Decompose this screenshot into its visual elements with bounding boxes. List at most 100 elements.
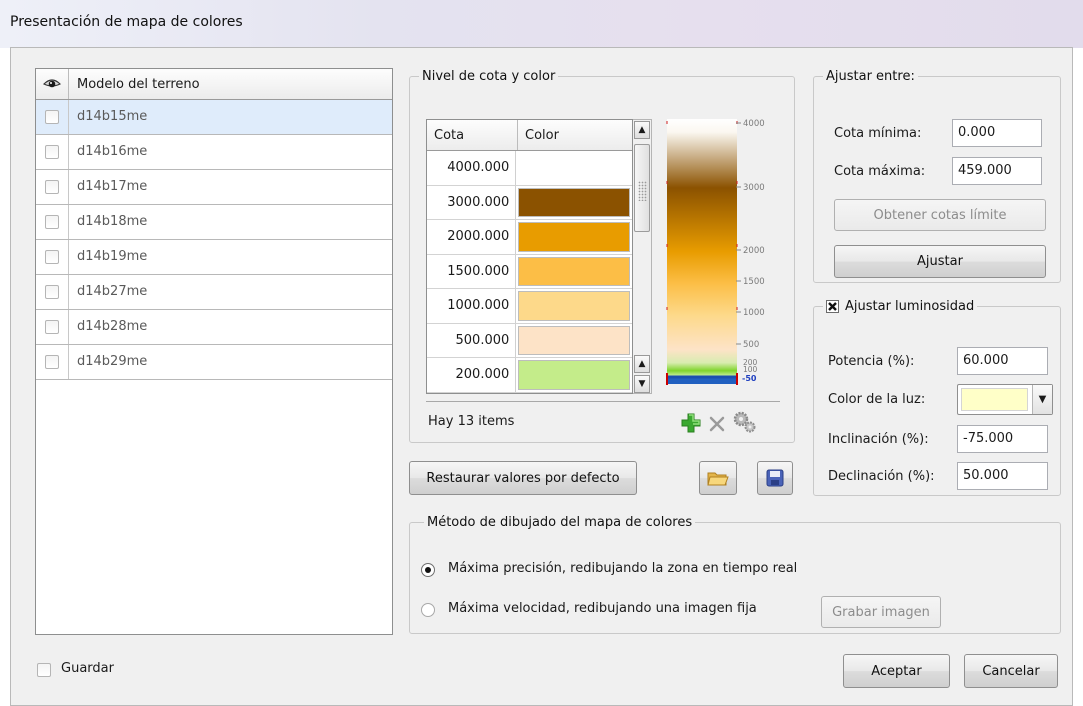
open-folder-button[interactable] bbox=[699, 461, 737, 495]
terrain-visibility-checkbox[interactable] bbox=[45, 320, 59, 334]
light-color-swatch bbox=[961, 388, 1028, 411]
level-color-legend: Nivel de cota y color bbox=[422, 69, 556, 84]
window-title: Presentación de mapa de colores bbox=[10, 14, 243, 30]
declination-label: Declinación (%): bbox=[828, 469, 935, 484]
level-value[interactable]: 200.000 bbox=[427, 358, 517, 392]
save-checkbox[interactable] bbox=[37, 663, 51, 677]
inclination-input[interactable]: -75.000 bbox=[957, 425, 1048, 453]
terrain-visibility-cell bbox=[36, 205, 69, 239]
terrain-visibility-checkbox[interactable] bbox=[45, 250, 59, 264]
level-table: Cota Color 4000.000 3000.000 2000.000 1500.… bbox=[426, 119, 633, 394]
terrain-row[interactable]: d14b29me bbox=[36, 345, 392, 380]
terrain-row[interactable]: d14b28me bbox=[36, 310, 392, 345]
luminosity-checkbox[interactable] bbox=[826, 300, 839, 313]
level-color-swatch[interactable] bbox=[518, 222, 630, 252]
level-row[interactable]: 4000.000 bbox=[427, 151, 632, 186]
chevron-down-icon: ▼ bbox=[1038, 394, 1047, 405]
level-table-scrollbar[interactable]: ▲ ▲ ▼ bbox=[633, 119, 652, 394]
save-label[interactable]: Guardar bbox=[61, 661, 114, 676]
gears-icon[interactable] bbox=[732, 410, 758, 434]
level-value[interactable]: 2000.000 bbox=[427, 220, 517, 254]
level-color-swatch[interactable] bbox=[518, 187, 630, 217]
terrain-name: d14b16me bbox=[77, 144, 148, 159]
terrain-visibility-checkbox[interactable] bbox=[45, 285, 59, 299]
color-column-header[interactable]: Color bbox=[518, 120, 559, 150]
level-color-group: Nivel de cota y color Cota Color 4000.00… bbox=[409, 69, 795, 443]
terrain-name: d14b17me bbox=[77, 179, 148, 194]
level-value[interactable]: 3000.000 bbox=[427, 185, 517, 219]
scroll-up-arrow-lower[interactable]: ▲ bbox=[634, 355, 650, 373]
items-count: Hay 13 items bbox=[428, 414, 515, 429]
precision-radio[interactable] bbox=[421, 563, 435, 577]
level-row[interactable]: 200.000 bbox=[427, 358, 632, 393]
restore-defaults-button[interactable]: Restaurar valores por defecto bbox=[409, 461, 637, 495]
terrain-visibility-cell bbox=[36, 170, 69, 204]
terrain-visibility-checkbox[interactable] bbox=[45, 355, 59, 369]
save-image-button[interactable]: Grabar imagen bbox=[821, 596, 941, 628]
scale-label: 1500 bbox=[743, 277, 765, 287]
save-button[interactable] bbox=[757, 461, 793, 495]
max-elevation-input[interactable]: 459.000 bbox=[952, 157, 1042, 185]
light-color-picker[interactable]: ▼ bbox=[957, 384, 1053, 415]
level-value[interactable]: 1500.000 bbox=[427, 254, 517, 288]
level-row[interactable]: 3000.000 bbox=[427, 185, 632, 220]
light-color-dropdown[interactable]: ▼ bbox=[1032, 385, 1052, 414]
adjust-button[interactable]: Ajustar bbox=[834, 245, 1046, 278]
level-row[interactable]: 1000.000 bbox=[427, 289, 632, 324]
declination-input[interactable]: 50.000 bbox=[957, 462, 1048, 490]
max-elevation-label: Cota máxima: bbox=[834, 164, 926, 179]
precision-option-label[interactable]: Máxima precisión, redibujando la zona en… bbox=[448, 561, 797, 576]
terrain-row[interactable]: d14b17me bbox=[36, 170, 392, 205]
get-limits-button[interactable]: Obtener cotas límite bbox=[834, 199, 1046, 231]
terrain-row[interactable]: d14b15me bbox=[36, 100, 392, 135]
scale-label: 500 bbox=[743, 340, 759, 350]
level-rows: 4000.000 3000.000 2000.000 1500.000 1000.000… bbox=[427, 151, 632, 393]
cota-column-header[interactable]: Cota bbox=[427, 120, 518, 150]
power-input[interactable]: 60.000 bbox=[957, 347, 1048, 375]
terrain-row[interactable]: d14b18me bbox=[36, 205, 392, 240]
level-table-header: Cota Color bbox=[427, 120, 632, 151]
terrain-visibility-checkbox[interactable] bbox=[45, 215, 59, 229]
terrain-visibility-checkbox[interactable] bbox=[45, 110, 59, 124]
level-row[interactable]: 1500.000 bbox=[427, 254, 632, 289]
visibility-column-header[interactable] bbox=[36, 69, 69, 99]
level-color-swatch[interactable] bbox=[518, 256, 630, 286]
terrain-row[interactable]: d14b27me bbox=[36, 275, 392, 310]
accept-button[interactable]: Aceptar bbox=[843, 654, 950, 688]
min-elevation-input[interactable]: 0.000 bbox=[952, 119, 1042, 147]
speed-radio[interactable] bbox=[421, 603, 435, 617]
drawing-method-legend: Método de dibujado del mapa de colores bbox=[427, 515, 693, 530]
level-color-swatch[interactable] bbox=[518, 360, 630, 390]
terrain-column-header[interactable]: Modelo del terreno bbox=[69, 69, 200, 99]
terrain-list-header: Modelo del terreno bbox=[36, 69, 392, 100]
scale-label: 4000 bbox=[743, 119, 765, 129]
level-row[interactable]: 500.000 bbox=[427, 323, 632, 358]
terrain-row[interactable]: d14b16me bbox=[36, 135, 392, 170]
delete-icon[interactable] bbox=[708, 415, 726, 433]
eye-icon bbox=[43, 79, 61, 88]
terrain-visibility-checkbox[interactable] bbox=[45, 180, 59, 194]
luminosity-label: Ajustar luminosidad bbox=[845, 299, 975, 314]
scroll-down-arrow[interactable]: ▼ bbox=[634, 375, 650, 393]
drawing-method-group: Método de dibujado del mapa de colores M… bbox=[409, 515, 1061, 634]
terrain-list: Modelo del terreno d14b15me d14b16me d14b1… bbox=[35, 68, 393, 635]
level-row[interactable]: 2000.000 bbox=[427, 220, 632, 255]
terrain-visibility-cell bbox=[36, 275, 69, 309]
level-color-swatch[interactable] bbox=[518, 153, 630, 183]
level-value[interactable]: 1000.000 bbox=[427, 289, 517, 323]
speed-option-label[interactable]: Máxima velocidad, redibujando una imagen… bbox=[448, 601, 757, 616]
level-value[interactable]: 500.000 bbox=[427, 323, 517, 357]
level-color-swatch[interactable] bbox=[518, 291, 630, 321]
scroll-thumb[interactable] bbox=[634, 144, 650, 232]
adjust-range-group: Ajustar entre: Cota mínima: 0.000 Cota m… bbox=[813, 69, 1061, 283]
scroll-up-arrow[interactable]: ▲ bbox=[634, 121, 650, 139]
scale-label: 3000 bbox=[743, 183, 765, 193]
terrain-row[interactable]: d14b19me bbox=[36, 240, 392, 275]
add-icon[interactable] bbox=[680, 412, 702, 434]
scale-label: -50 bbox=[742, 374, 757, 383]
level-value[interactable]: 4000.000 bbox=[427, 151, 517, 185]
terrain-visibility-checkbox[interactable] bbox=[45, 145, 59, 159]
cancel-button[interactable]: Cancelar bbox=[964, 654, 1058, 688]
level-color-swatch[interactable] bbox=[518, 325, 630, 355]
save-disk-icon bbox=[766, 469, 784, 487]
